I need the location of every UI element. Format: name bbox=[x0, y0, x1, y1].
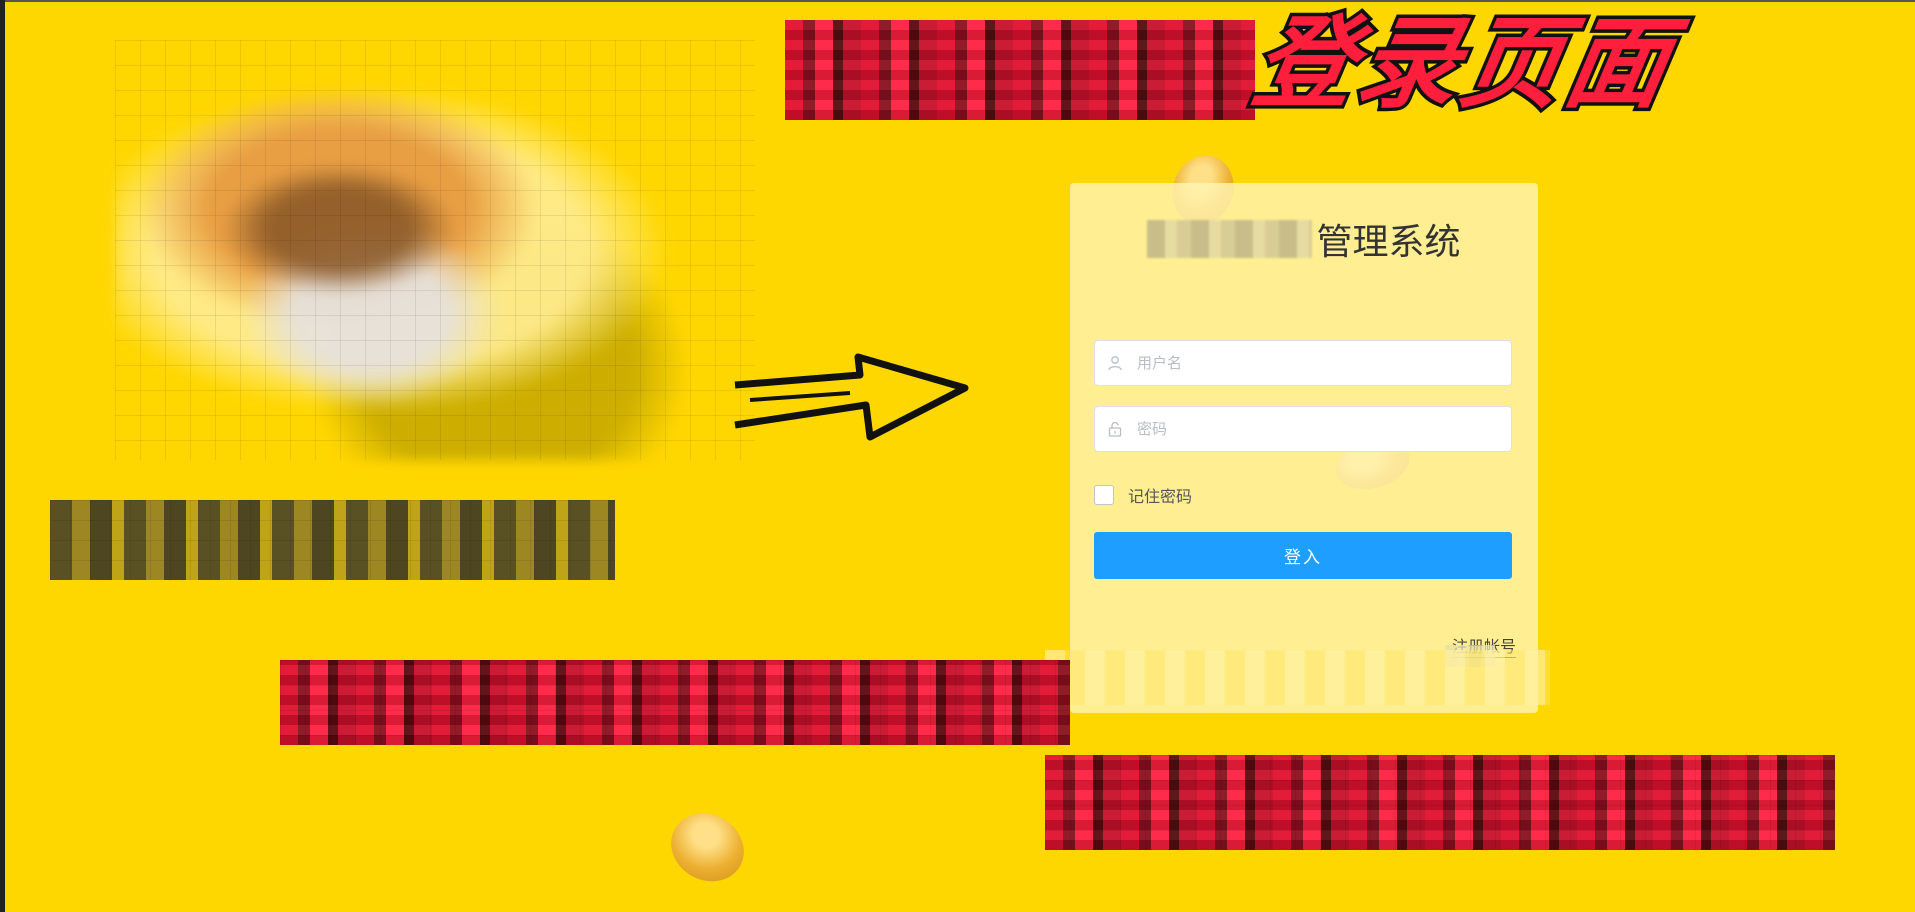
redacted-system-name bbox=[1147, 220, 1313, 258]
caption-mosaic-grid bbox=[50, 500, 615, 580]
remember-checkbox[interactable] bbox=[1094, 485, 1114, 505]
system-title-text: 管理系统 bbox=[1316, 222, 1461, 263]
system-title: 管理系统 bbox=[1070, 213, 1538, 265]
username-input[interactable] bbox=[1135, 340, 1511, 386]
remember-password[interactable]: 记住密码 bbox=[1094, 483, 1192, 507]
login-button[interactable]: 登入 bbox=[1094, 532, 1512, 579]
user-icon bbox=[1095, 355, 1135, 371]
password-input[interactable] bbox=[1135, 406, 1511, 452]
login-card: 管理系统 记住密码 登 bbox=[1070, 183, 1538, 713]
red-mosaic-grid bbox=[280, 660, 1070, 745]
username-field[interactable] bbox=[1094, 340, 1512, 386]
remember-label: 记住密码 bbox=[1128, 487, 1193, 506]
lock-icon bbox=[1095, 421, 1135, 437]
headline-title: 登录页面 bbox=[1241, 2, 1685, 126]
password-field[interactable] bbox=[1094, 406, 1512, 452]
pixelated-card-edge bbox=[1045, 650, 1550, 705]
top-border bbox=[5, 0, 1915, 2]
red-mosaic-grid bbox=[1045, 755, 1835, 850]
cashew-decoration bbox=[658, 800, 757, 895]
photo-mosaic-grid bbox=[115, 40, 755, 460]
arrow-right-icon bbox=[734, 353, 969, 441]
login-page: 登录页面 管理系统 用户名 记住密码 登入 bbox=[0, 0, 1915, 912]
pixelated-headline-prefix bbox=[785, 20, 1255, 120]
